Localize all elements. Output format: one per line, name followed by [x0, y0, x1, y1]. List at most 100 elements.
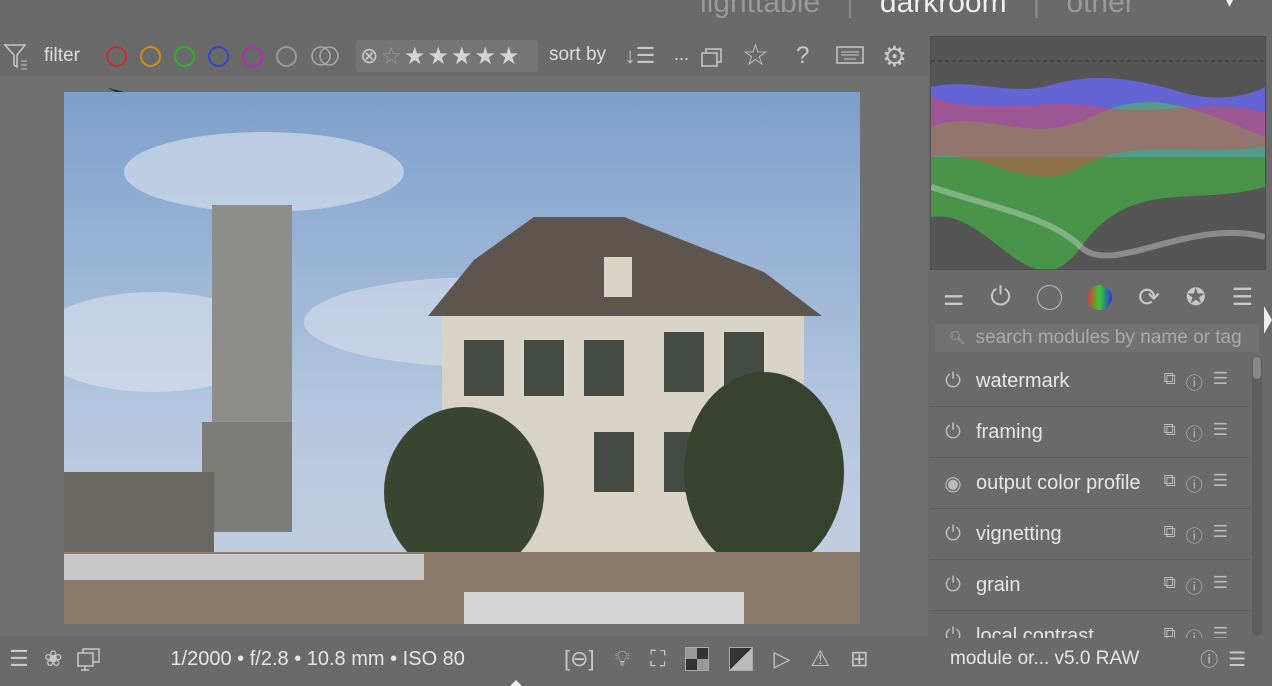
unstarred-icon[interactable]: ☆ — [380, 42, 402, 71]
reset-icon[interactable]: ⓘ — [1186, 573, 1203, 598]
collapse-right-panel-icon[interactable] — [1264, 306, 1272, 334]
presets-icon[interactable]: ☰ — [1213, 420, 1228, 445]
star-4-icon[interactable]: ★ — [475, 42, 497, 71]
color-label-purple[interactable] — [241, 45, 263, 67]
sort-order-icon[interactable]: ↓☰ — [620, 40, 660, 72]
search-icon: 🔍︎ — [949, 330, 966, 345]
multi-instance-icon[interactable]: ⧉ — [1164, 522, 1176, 547]
presets-icon[interactable]: ☰ — [1213, 369, 1228, 394]
module-order-presets-icon[interactable]: ☰ — [1228, 647, 1246, 672]
preferences-gear-icon[interactable]: ⚙ — [882, 40, 907, 73]
color-group-icon[interactable] — [1087, 284, 1113, 310]
power-icon[interactable]: ⏻ — [930, 574, 976, 597]
module-search-input[interactable]: 🔍︎ search modules by name or tag — [935, 324, 1259, 352]
power-icon[interactable]: ⏻ — [930, 523, 976, 546]
module-name: framing — [976, 420, 1043, 443]
module-name: vignetting — [976, 522, 1062, 545]
module-name: watermark — [976, 369, 1070, 392]
module-grain[interactable]: ⏻ grain ⧉ ⓘ ☰ — [930, 560, 1250, 611]
help-icon[interactable]: ? — [796, 42, 809, 70]
module-order-reset-icon[interactable]: ⓘ — [1200, 646, 1218, 672]
module-framing[interactable]: ⏻ framing ⧉ ⓘ ☰ — [930, 407, 1250, 458]
keyboard-shortcuts-icon[interactable] — [836, 46, 864, 64]
reject-icon[interactable]: ⊗ — [360, 43, 378, 69]
reset-icon[interactable]: ⓘ — [1186, 420, 1203, 445]
presets-icon[interactable]: ☰ — [1213, 573, 1228, 598]
module-list: ⏻ watermark ⧉ ⓘ ☰ ⏻ framing ⧉ ⓘ ☰ ◉ output color … — [930, 356, 1250, 638]
multi-instance-icon[interactable]: ⧉ — [1164, 573, 1176, 598]
scrollbar-thumb[interactable] — [1253, 357, 1261, 379]
view-lighttable[interactable]: lighttable — [700, 0, 820, 20]
histogram[interactable] — [930, 36, 1266, 271]
multi-instance-icon[interactable]: ⧉ — [1164, 624, 1176, 639]
photo-canvas[interactable] — [64, 92, 860, 624]
collapse-bottom-panel-icon[interactable] — [510, 680, 522, 686]
bottom-toolbar: ☰ ❀ 1/2000 • f/2.8 • 10.8 mm • ISO 80 [⊖… — [0, 638, 928, 680]
always-on-icon: ◉ — [944, 472, 962, 495]
module-name: local contrast — [976, 624, 1094, 639]
base-group-circle-icon[interactable] — [1036, 284, 1062, 310]
color-label-operator-icon[interactable] — [310, 45, 340, 67]
focus-peaking-icon[interactable]: ⛶ — [650, 646, 665, 672]
active-modules-power-icon[interactable]: ⏻ — [990, 281, 1011, 313]
multi-instance-icon[interactable]: ⧉ — [1164, 471, 1176, 496]
warning-triangle-icon[interactable]: ⚠ — [810, 646, 830, 672]
module-watermark[interactable]: ⏻ watermark ⧉ ⓘ ☰ — [930, 356, 1250, 407]
clipping-indicator-icon[interactable] — [729, 647, 754, 671]
module-order-label: module or... v5.0 RAW — [950, 648, 1140, 669]
color-label-green[interactable] — [173, 45, 195, 67]
quick-presets-icon[interactable]: ☰ — [6, 646, 32, 672]
multi-instance-icon[interactable]: ⧉ — [1164, 369, 1176, 394]
effects-group-icon[interactable]: ✪ — [1186, 283, 1206, 312]
presets-icon[interactable]: ☰ — [1213, 624, 1228, 639]
overlay-stars-icon[interactable]: ☆ — [742, 38, 769, 73]
presets-icon[interactable]: ☰ — [1213, 471, 1228, 496]
star-2-icon[interactable]: ★ — [427, 42, 449, 71]
filter-icon[interactable] — [2, 41, 30, 71]
module-list-scrollbar[interactable] — [1252, 356, 1262, 636]
module-name: output color profile — [976, 471, 1141, 494]
star-5-icon[interactable]: ★ — [498, 42, 520, 71]
sort-label: sort by — [549, 44, 607, 65]
view-switcher: lighttable | darkroom | other — [700, 0, 1135, 20]
color-assessment-bulb-icon[interactable]: 💡︎ — [615, 646, 630, 672]
view-darkroom[interactable]: darkroom — [880, 0, 1007, 20]
second-window-icon[interactable] — [76, 646, 102, 672]
module-name: grain — [976, 573, 1021, 596]
filter-label: filter — [44, 45, 80, 66]
guides-grid-icon[interactable]: ⊞ — [850, 646, 868, 672]
view-other[interactable]: other — [1066, 0, 1134, 20]
module-output-color-profile[interactable]: ◉ output color profile ⧉ ⓘ ☰ — [930, 458, 1250, 509]
presets-menu-icon[interactable]: ☰ — [1232, 283, 1254, 312]
correct-group-icon[interactable]: ⟳ — [1138, 282, 1160, 313]
presets-icon[interactable]: ☰ — [1213, 522, 1228, 547]
power-icon[interactable]: ⏻ — [930, 421, 976, 444]
reset-icon[interactable]: ⓘ — [1186, 522, 1203, 547]
more-ellipsis[interactable]: ... — [674, 44, 689, 65]
reset-icon[interactable]: ⓘ — [1186, 624, 1203, 639]
power-icon[interactable]: ⏻ — [930, 370, 976, 393]
module-vignetting[interactable]: ⏻ vignetting ⧉ ⓘ ☰ — [930, 509, 1250, 560]
views-dropdown-icon[interactable]: ▾ — [1226, 0, 1233, 11]
color-label-blue[interactable] — [207, 45, 229, 67]
grouping-icon[interactable] — [700, 44, 726, 70]
reset-icon[interactable]: ⓘ — [1186, 369, 1203, 394]
star-3-icon[interactable]: ★ — [451, 42, 473, 71]
gamut-check-icon[interactable]: ▷ — [773, 646, 790, 672]
color-label-yellow[interactable] — [139, 45, 161, 67]
color-label-red[interactable] — [105, 45, 127, 67]
styles-icon[interactable]: ❀ — [44, 646, 62, 672]
module-order-bar: module or... v5.0 RAW ⓘ ☰ — [930, 638, 1266, 680]
star-1-icon[interactable]: ★ — [404, 42, 426, 71]
power-icon[interactable]: ⏻ — [930, 625, 976, 639]
softproof-icon[interactable] — [685, 647, 710, 671]
raw-overexposed-icon[interactable]: [⊖] — [564, 646, 595, 672]
exif-info: 1/2000 • f/2.8 • 10.8 mm • ISO 80 — [170, 647, 465, 670]
quick-access-panel-icon[interactable]: ⚌ — [943, 283, 965, 312]
color-label-gray[interactable] — [275, 45, 297, 67]
reset-icon[interactable]: ⓘ — [1186, 471, 1203, 496]
module-group-tabs: ⚌ ⏻ ⟳ ✪ ☰ — [930, 280, 1266, 314]
multi-instance-icon[interactable]: ⧉ — [1164, 420, 1176, 445]
module-local-contrast[interactable]: ⏻ local contrast ⧉ ⓘ ☰ — [930, 611, 1250, 638]
rating-filter[interactable]: ⊗ ☆ ★ ★ ★ ★ ★ — [356, 40, 538, 72]
